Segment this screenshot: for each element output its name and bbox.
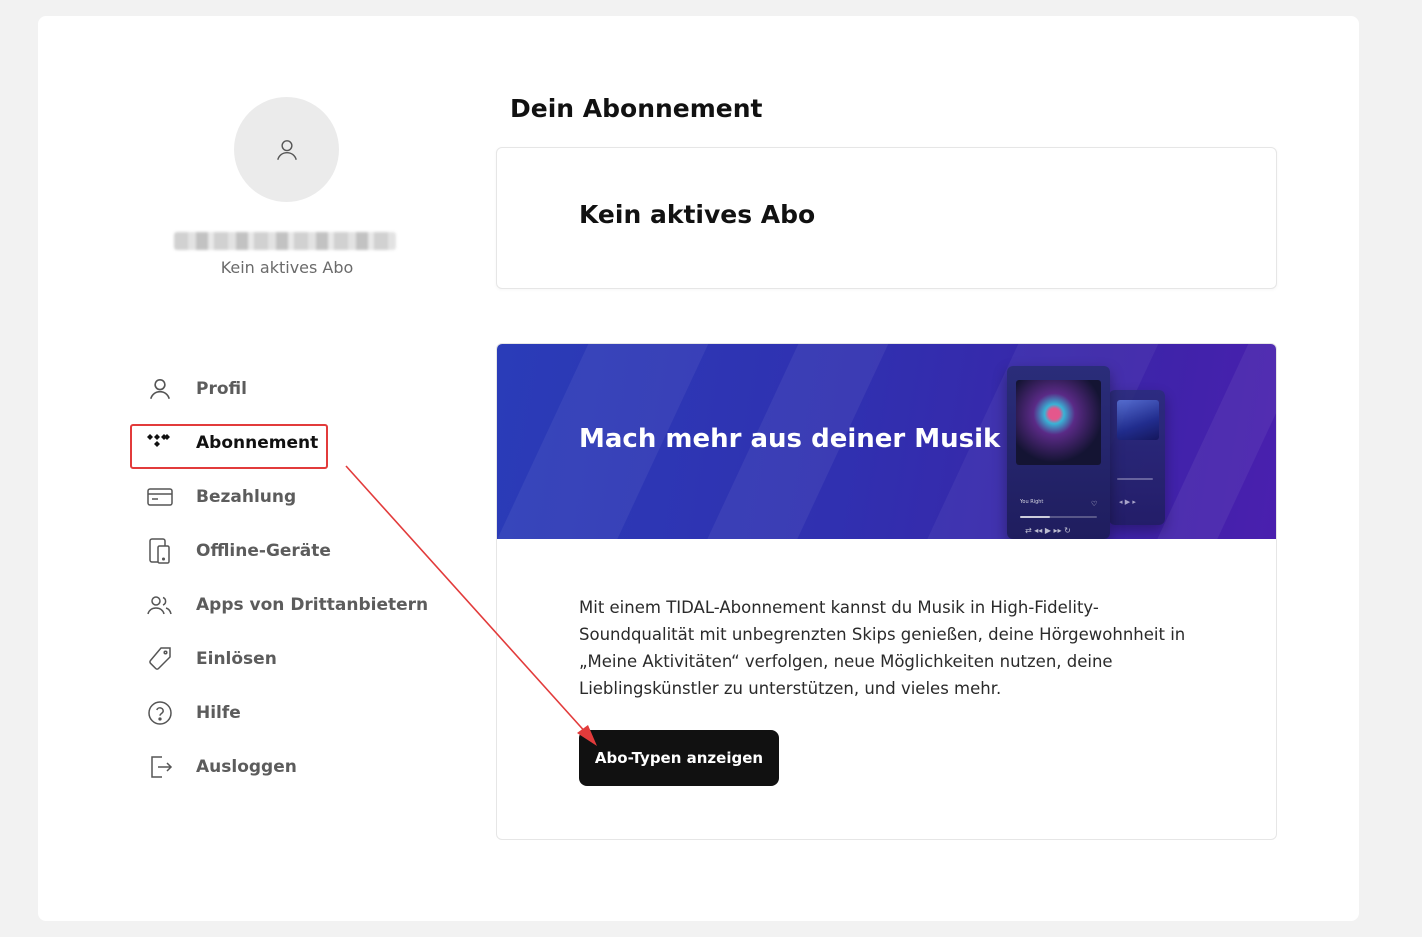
promo-headline: Mach mehr aus deiner Musik: [579, 424, 1001, 454]
sidebar-item-profil[interactable]: Profil: [144, 362, 444, 416]
subscription-status: Kein aktives Abo: [579, 200, 816, 229]
sidebar-item-label: Ausloggen: [196, 757, 297, 777]
help-circle-icon: [144, 697, 176, 729]
album-art: [1016, 380, 1101, 465]
sidebar-item-apps-drittanbieter[interactable]: Apps von Drittanbietern: [144, 578, 444, 632]
sidebar-item-label: Bezahlung: [196, 487, 297, 507]
credit-card-icon: [144, 481, 176, 513]
playback-controls: ⇄ ◂◂ ▶ ▸▸ ↻: [1025, 526, 1071, 535]
page-title: Dein Abonnement: [510, 94, 763, 123]
sidebar-item-einloesen[interactable]: Einlösen: [144, 632, 444, 686]
sidebar-item-label: Profil: [196, 379, 247, 399]
sidebar-item-label: Hilfe: [196, 703, 241, 723]
user-icon: [276, 139, 297, 160]
sidebar-item-label: Einlösen: [196, 649, 277, 669]
phone-mockup-back: ◂ ▶ ▸: [1109, 390, 1165, 525]
show-plans-button[interactable]: Abo-Typen anzeigen: [579, 730, 779, 786]
username-redacted: [174, 232, 396, 250]
sidebar-nav: Profil Abonnement Bezahlung Offline-Gerä…: [144, 362, 444, 794]
sidebar-item-offline-geraete[interactable]: Offline-Geräte: [144, 524, 444, 578]
phone-track-title: You Right: [1020, 499, 1044, 505]
sidebar-item-label: Apps von Drittanbietern: [196, 595, 429, 615]
profile-subscription-status: Kein aktives Abo: [220, 258, 354, 277]
sidebar-item-abonnement[interactable]: Abonnement: [144, 416, 444, 470]
sidebar-item-label: Offline-Geräte: [196, 541, 331, 561]
heart-icon: ♡: [1091, 500, 1098, 508]
sidebar-item-ausloggen[interactable]: Ausloggen: [144, 740, 444, 794]
logout-icon: [144, 751, 176, 783]
sidebar-item-bezahlung[interactable]: Bezahlung: [144, 470, 444, 524]
tag-icon: [144, 643, 176, 675]
promo-card: Mach mehr aus deiner Musik ◂ ▶ ▸ You Rig…: [496, 343, 1277, 840]
sidebar-item-hilfe[interactable]: Hilfe: [144, 686, 444, 740]
user-icon: [144, 373, 176, 405]
users-icon: [144, 589, 176, 621]
devices-icon: [144, 535, 176, 567]
sidebar-item-label: Abonnement: [196, 433, 319, 453]
promo-banner: Mach mehr aus deiner Musik ◂ ▶ ▸ You Rig…: [497, 344, 1276, 539]
avatar[interactable]: [234, 97, 339, 202]
promo-description: Mit einem TIDAL-Abonnement kannst du Mus…: [579, 598, 1186, 698]
subscription-status-card: Kein aktives Abo: [496, 147, 1277, 289]
phone-mockup-front: You Right ♡ ⇄ ◂◂ ▶ ▸▸ ↻: [1007, 366, 1110, 539]
tidal-logo-icon: [144, 427, 176, 459]
